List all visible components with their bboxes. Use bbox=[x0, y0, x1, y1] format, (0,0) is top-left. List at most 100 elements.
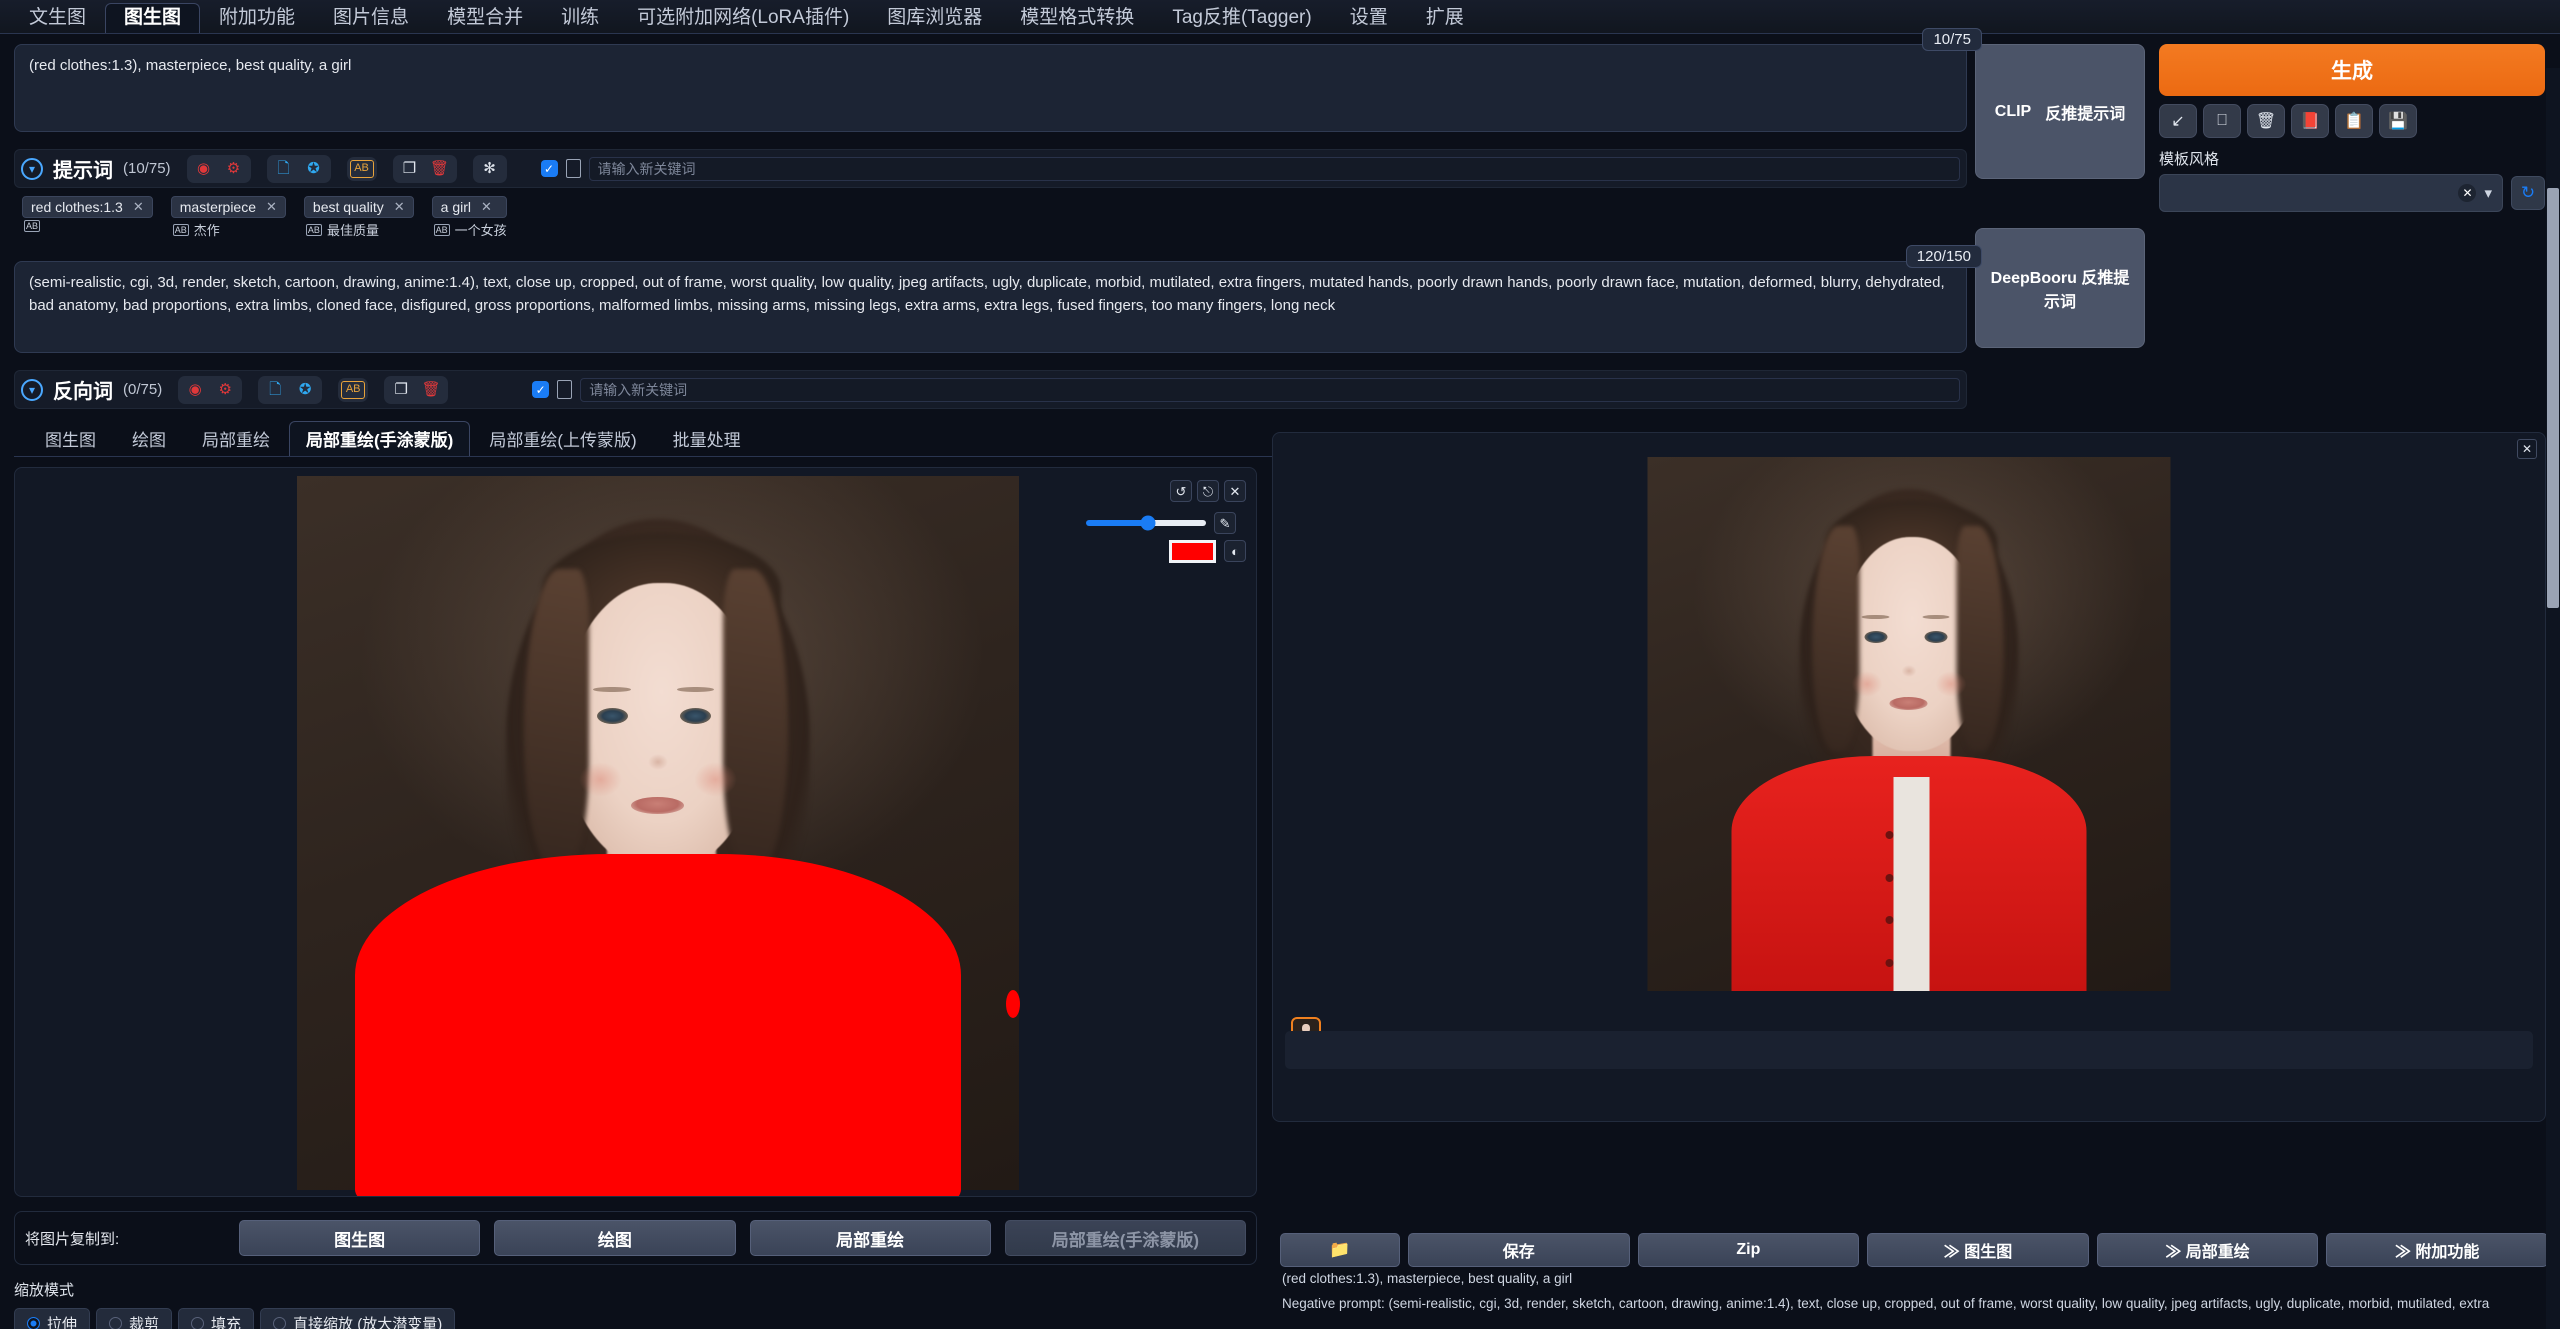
tag-remove-icon[interactable]: ✕ bbox=[266, 199, 277, 215]
send-to-img2img-button[interactable]: ≫ 图生图 bbox=[1867, 1233, 2089, 1267]
refresh-styles-button[interactable]: ↻ bbox=[2511, 176, 2545, 210]
brush-size-slider[interactable] bbox=[1086, 515, 1206, 531]
eraser-icon[interactable]: ⎋ bbox=[1197, 480, 1219, 502]
page-scrollbar[interactable] bbox=[2546, 68, 2560, 1329]
main-tab-10[interactable]: 设置 bbox=[1331, 3, 1407, 33]
inpaint-artboard[interactable] bbox=[297, 476, 1020, 1196]
brush-color-swatch[interactable] bbox=[1169, 540, 1216, 563]
main-tab-4[interactable]: 模型合并 bbox=[428, 3, 542, 33]
main-tab-0[interactable]: 文生图 bbox=[10, 3, 105, 33]
translate-globe-icon[interactable]: ◉ bbox=[181, 379, 209, 401]
save-button[interactable]: 保存 bbox=[1408, 1233, 1630, 1267]
tag-item: masterpiece ✕ AB 杰作 bbox=[170, 196, 286, 239]
img2img-sub-tab-2[interactable]: 局部重绘 bbox=[185, 421, 287, 456]
tag-remove-icon[interactable]: ✕ bbox=[481, 199, 492, 215]
positive-keyword-input[interactable] bbox=[588, 156, 1960, 181]
main-tab-6[interactable]: 可选附加网络(LoRA插件) bbox=[618, 3, 868, 33]
output-jacket-placket bbox=[1893, 777, 1930, 991]
negative-prompt-input[interactable] bbox=[14, 261, 1967, 353]
copy-to-img2img-button[interactable]: 图生图 bbox=[239, 1220, 481, 1256]
arrow-down-left-icon[interactable]: ↙ bbox=[2159, 104, 2197, 138]
tag-remove-icon[interactable]: ✕ bbox=[394, 199, 405, 215]
deepbooru-interrogate-button[interactable]: DeepBooru 反推提示词 bbox=[1975, 228, 2145, 348]
save-floppy-icon[interactable]: 💾 bbox=[2379, 104, 2417, 138]
img2img-sub-tab-0[interactable]: 图生图 bbox=[28, 421, 113, 456]
tag-chip[interactable]: masterpiece ✕ bbox=[170, 196, 286, 218]
translate-globe-icon[interactable]: ◉ bbox=[190, 158, 218, 180]
resize-mode-option-fill[interactable]: 填充 bbox=[178, 1308, 255, 1329]
open-folder-button[interactable]: 📁 bbox=[1280, 1233, 1400, 1267]
resize-mode-option-stretch[interactable]: 拉伸 bbox=[14, 1308, 91, 1329]
main-tab-1[interactable]: 图生图 bbox=[105, 3, 201, 33]
copy-to-sketch-button[interactable]: 绘图 bbox=[494, 1220, 736, 1256]
clip-interrogate-button[interactable]: CLIP 反推提示词 bbox=[1975, 44, 2145, 179]
copy-to-inpaint-sketch-button[interactable]: 局部重绘(手涂蒙版) bbox=[1004, 1220, 1246, 1256]
clipboard-blank-icon[interactable]: ⎕ bbox=[2203, 104, 2241, 138]
copy-icon[interactable]: ❐ bbox=[387, 379, 415, 401]
palette-icon[interactable]: ◐ bbox=[1224, 540, 1246, 562]
close-icon[interactable]: ✕ bbox=[1224, 480, 1246, 502]
inpaint-mask-dot bbox=[1006, 990, 1020, 1019]
ab-translate-icon[interactable]: AB bbox=[341, 380, 366, 399]
chevron-down-icon[interactable]: ▾ bbox=[2484, 184, 2492, 202]
generate-button[interactable]: 生成 bbox=[2159, 44, 2545, 96]
resize-mode-option-latent[interactable]: 直接缩放 (放大潜变量) bbox=[260, 1308, 456, 1329]
openai-icon[interactable]: ✻ bbox=[476, 158, 504, 180]
send-to-inpaint-button[interactable]: ≫ 局部重绘 bbox=[2096, 1233, 2319, 1267]
send-to-extras-button[interactable]: ≫ 附加功能 bbox=[2326, 1233, 2548, 1267]
img2img-sub-tab-5[interactable]: 批量处理 bbox=[656, 421, 758, 456]
img2img-sub-tab-3[interactable]: 局部重绘(手涂蒙版) bbox=[289, 421, 471, 456]
brush-icon[interactable]: ✎ bbox=[1214, 512, 1236, 534]
main-tab-3[interactable]: 图片信息 bbox=[314, 3, 428, 33]
chevron-down-icon[interactable]: ▾ bbox=[21, 157, 43, 180]
main-tab-bar[interactable]: 文生图 图生图 附加功能 图片信息 模型合并 训练 可选附加网络(LoRA插件) 图库浏览器模… bbox=[0, 0, 2560, 34]
copy-to-inpaint-button[interactable]: 局部重绘 bbox=[749, 1220, 991, 1256]
close-icon[interactable]: ✕ bbox=[2517, 439, 2537, 459]
settings-gear-icon[interactable]: ⚙ bbox=[220, 158, 248, 180]
artwork-cheek-right bbox=[694, 761, 738, 798]
positive-keyword-checkbox[interactable]: ✓ bbox=[540, 160, 558, 177]
card-red-icon[interactable]: 📕 bbox=[2291, 104, 2329, 138]
main-tab-5[interactable]: 训练 bbox=[542, 3, 618, 33]
brush-size-knob[interactable] bbox=[1140, 515, 1156, 531]
tag-chip[interactable]: best quality ✕ bbox=[303, 196, 414, 218]
bookmark-star-icon[interactable]: ✪ bbox=[291, 379, 319, 401]
history-doc-icon[interactable]: 🗋 bbox=[261, 379, 289, 401]
trash-icon[interactable]: 🗑 bbox=[2247, 104, 2285, 138]
paste-list-icon[interactable]: 📋 bbox=[2335, 104, 2373, 138]
copy-icon[interactable]: ❐ bbox=[396, 158, 424, 180]
tag-chip-label: a girl bbox=[440, 199, 472, 215]
img2img-sub-tab-4[interactable]: 局部重绘(上传蒙版) bbox=[472, 421, 653, 456]
main-tab-9[interactable]: Tag反推(Tagger) bbox=[1153, 3, 1330, 33]
main-tab-11[interactable]: 扩展 bbox=[1407, 3, 1483, 33]
chevron-down-icon[interactable]: ▾ bbox=[21, 378, 43, 401]
bookmark-star-icon[interactable]: ✪ bbox=[300, 158, 328, 180]
style-template-select[interactable]: ✕ ▾ bbox=[2159, 174, 2503, 212]
resize-mode-option-label: 直接缩放 (放大潜变量) bbox=[293, 1316, 443, 1329]
clear-icon[interactable]: ✕ bbox=[2458, 184, 2477, 202]
negative-keyword-checkbox[interactable]: ✓ bbox=[532, 381, 550, 398]
main-tab-7[interactable]: 图库浏览器 bbox=[868, 3, 1001, 33]
tag-chip[interactable]: a girl ✕ bbox=[431, 196, 507, 218]
negative-keyword-input[interactable] bbox=[580, 377, 1960, 402]
trash-icon[interactable]: 🗑 bbox=[417, 379, 445, 401]
tag-chip[interactable]: red clothes:1.3 ✕ bbox=[22, 196, 153, 218]
ab-translate-icon[interactable]: AB bbox=[349, 159, 374, 178]
trash-icon[interactable]: 🗑 bbox=[426, 158, 454, 180]
history-doc-icon[interactable]: 🗋 bbox=[270, 158, 298, 180]
positive-keyword-row: ✓ bbox=[540, 156, 1960, 181]
scrollbar-thumb[interactable] bbox=[2547, 188, 2559, 608]
ab-translate-icon: AB bbox=[172, 223, 189, 236]
output-image[interactable] bbox=[1647, 457, 2171, 991]
tag-remove-icon[interactable]: ✕ bbox=[133, 199, 144, 215]
positive-prompt-input[interactable] bbox=[14, 44, 1967, 132]
output-info-prompt: (red clothes:1.3), masterpiece, best qua… bbox=[1282, 1270, 1573, 1286]
zip-button[interactable]: Zip bbox=[1637, 1233, 1860, 1267]
settings-gear-icon[interactable]: ⚙ bbox=[211, 379, 239, 401]
undo-icon[interactable]: ↺ bbox=[1170, 480, 1192, 502]
resize-mode-option-crop[interactable]: 裁剪 bbox=[96, 1308, 173, 1329]
main-tab-8[interactable]: 模型格式转换 bbox=[1001, 3, 1153, 33]
img2img-sub-tab-1[interactable]: 绘图 bbox=[115, 421, 183, 456]
main-tab-2[interactable]: 附加功能 bbox=[200, 3, 314, 33]
inpaint-canvas-panel[interactable]: ↺ ⎋ ✕ ✎ ◐ bbox=[14, 467, 1257, 1197]
